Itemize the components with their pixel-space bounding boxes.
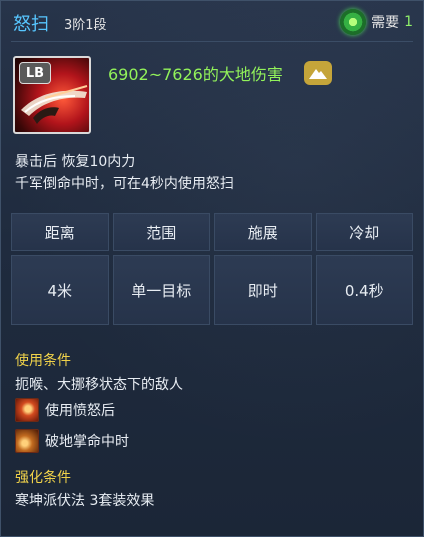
stat-header-range: 距离 bbox=[11, 213, 109, 251]
skill-stats-table: 距离 范围 施展 冷却 4米 单一目标 即时 0.4秒 bbox=[11, 213, 413, 325]
skill-name: 怒扫 bbox=[13, 14, 49, 35]
requirement-count: 1 bbox=[404, 14, 413, 30]
stat-value-cooldown: 0.4秒 bbox=[315, 255, 413, 325]
use-conditions-title: 使用条件 bbox=[15, 353, 71, 369]
mountain-icon bbox=[304, 61, 332, 85]
use-condition-item: 使用愤怒后 bbox=[15, 398, 115, 422]
enhance-conditions-title: 强化条件 bbox=[15, 470, 71, 486]
stat-header-area: 范围 bbox=[112, 213, 210, 251]
skill-icon: LB bbox=[13, 56, 91, 134]
enhance-condition-line: 寒坤派伏法 3套装效果 bbox=[15, 493, 155, 509]
stat-value-area: 单一目标 bbox=[112, 255, 210, 325]
earth-palm-buff-icon bbox=[15, 429, 39, 453]
stat-value-range: 4米 bbox=[11, 255, 109, 325]
stat-value-cast: 即时 bbox=[214, 255, 312, 325]
description-line: 千军倒命中时，可在4秒内使用怒扫 bbox=[15, 176, 234, 192]
requirement-label: 需要 bbox=[371, 15, 400, 31]
stat-header-cast: 施展 bbox=[214, 213, 312, 251]
skill-tooltip: 怒扫 3阶1段 需要 1 LB 6902~7626的大地伤害 暴击后 恢复10内… bbox=[0, 0, 424, 537]
use-condition-label: 使用愤怒后 bbox=[45, 403, 115, 419]
requirement: 需要 1 bbox=[340, 8, 413, 36]
use-condition-label: 破地掌命中时 bbox=[45, 434, 129, 450]
lb-keybind-badge: LB bbox=[19, 62, 51, 84]
tooltip-header: 怒扫 3阶1段 需要 1 bbox=[13, 8, 413, 36]
damage-range: 6902~7626的大地伤害 bbox=[108, 65, 283, 84]
description-line: 暴击后 恢复10内力 bbox=[15, 154, 136, 170]
use-condition-target: 扼喉、大挪移状态下的敌人 bbox=[15, 377, 183, 393]
rage-buff-icon bbox=[15, 398, 39, 422]
divider bbox=[11, 41, 413, 42]
skill-rank: 3阶1段 bbox=[64, 18, 107, 33]
stat-header-cooldown: 冷却 bbox=[315, 213, 413, 251]
use-condition-item: 破地掌命中时 bbox=[15, 429, 129, 453]
point-orb-icon bbox=[340, 9, 367, 35]
